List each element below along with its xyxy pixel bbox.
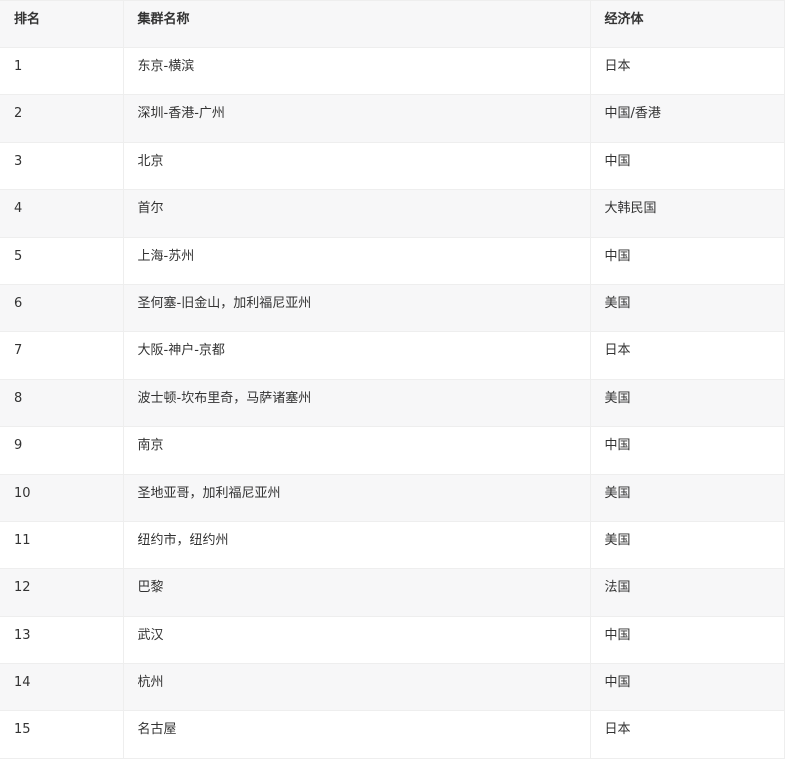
header-cluster-name: 集群名称 — [122, 0, 591, 48]
cluster-name-cell: 名古屋 — [122, 710, 591, 759]
rank-cell: 12 — [0, 568, 124, 617]
table-body: 1 东京-横滨 日本 2 深圳-香港-广州 中国/香港 3 北京 中国 4 首尔 大韩民国 5 上海-苏州… — [0, 46, 785, 759]
table-row: 5 上海-苏州 中国 — [0, 236, 785, 285]
rank-cell: 7 — [0, 331, 124, 380]
economy-cell: 大韩民国 — [589, 189, 785, 238]
table-row: 11 纽约市，纽约州 美国 — [0, 520, 785, 570]
cluster-name-cell: 杭州 — [122, 663, 591, 712]
cluster-name-cell: 首尔 — [122, 189, 591, 238]
cluster-name-cell: 南京 — [122, 426, 591, 475]
cluster-name-cell: 圣何塞-旧金山，加利福尼亚州 — [122, 283, 591, 333]
cluster-name-cell: 武汉 — [122, 615, 591, 665]
rank-cell: 1 — [0, 46, 124, 96]
rank-cell: 5 — [0, 236, 124, 285]
table-row: 10 圣地亚哥，加利福尼亚州 美国 — [0, 473, 785, 522]
rank-cell: 10 — [0, 473, 124, 522]
cluster-name-cell: 深圳-香港-广州 — [122, 94, 591, 143]
rank-cell: 14 — [0, 663, 124, 712]
cluster-ranking-table: 排名 集群名称 经济体 1 东京-横滨 日本 2 深圳-香港-广州 中国/香港 3 北京 中国 4… — [0, 0, 785, 759]
economy-cell: 中国/香港 — [589, 94, 785, 143]
table-row: 9 南京 中国 — [0, 426, 785, 475]
header-economy: 经济体 — [589, 0, 785, 48]
rank-cell: 11 — [0, 520, 124, 570]
cluster-name-cell: 波士顿-坎布里奇，马萨诸塞州 — [122, 378, 591, 428]
economy-cell: 中国 — [589, 663, 785, 712]
economy-cell: 日本 — [589, 710, 785, 759]
economy-cell: 中国 — [589, 426, 785, 475]
rank-cell: 2 — [0, 94, 124, 143]
economy-cell: 美国 — [589, 283, 785, 333]
rank-cell: 8 — [0, 378, 124, 428]
rank-cell: 13 — [0, 615, 124, 665]
table-row: 1 东京-横滨 日本 — [0, 46, 785, 96]
table-row: 6 圣何塞-旧金山，加利福尼亚州 美国 — [0, 283, 785, 333]
header-rank: 排名 — [0, 0, 124, 48]
economy-cell: 美国 — [589, 378, 785, 428]
table-row: 12 巴黎 法国 — [0, 568, 785, 617]
economy-cell: 日本 — [589, 331, 785, 380]
cluster-name-cell: 纽约市，纽约州 — [122, 520, 591, 570]
economy-cell: 法国 — [589, 568, 785, 617]
cluster-name-cell: 北京 — [122, 141, 591, 191]
rank-cell: 3 — [0, 141, 124, 191]
cluster-name-cell: 大阪-神户-京都 — [122, 331, 591, 380]
economy-cell: 美国 — [589, 473, 785, 522]
table-row: 14 杭州 中国 — [0, 663, 785, 712]
cluster-name-cell: 东京-横滨 — [122, 46, 591, 96]
table-row: 15 名古屋 日本 — [0, 710, 785, 759]
table-row: 3 北京 中国 — [0, 141, 785, 191]
table-header: 排名 集群名称 经济体 — [0, 0, 785, 48]
rank-cell: 4 — [0, 189, 124, 238]
cluster-name-cell: 巴黎 — [122, 568, 591, 617]
table-row: 13 武汉 中国 — [0, 615, 785, 665]
cluster-name-cell: 圣地亚哥，加利福尼亚州 — [122, 473, 591, 522]
table-row: 2 深圳-香港-广州 中国/香港 — [0, 94, 785, 143]
table-row: 7 大阪-神户-京都 日本 — [0, 331, 785, 380]
rank-cell: 9 — [0, 426, 124, 475]
table-row: 4 首尔 大韩民国 — [0, 189, 785, 238]
economy-cell: 中国 — [589, 236, 785, 285]
economy-cell: 日本 — [589, 46, 785, 96]
economy-cell: 中国 — [589, 141, 785, 191]
economy-cell: 中国 — [589, 615, 785, 665]
rank-cell: 15 — [0, 710, 124, 759]
rank-cell: 6 — [0, 283, 124, 333]
table-row: 8 波士顿-坎布里奇，马萨诸塞州 美国 — [0, 378, 785, 428]
cluster-name-cell: 上海-苏州 — [122, 236, 591, 285]
economy-cell: 美国 — [589, 520, 785, 570]
header-row: 排名 集群名称 经济体 — [0, 0, 785, 48]
